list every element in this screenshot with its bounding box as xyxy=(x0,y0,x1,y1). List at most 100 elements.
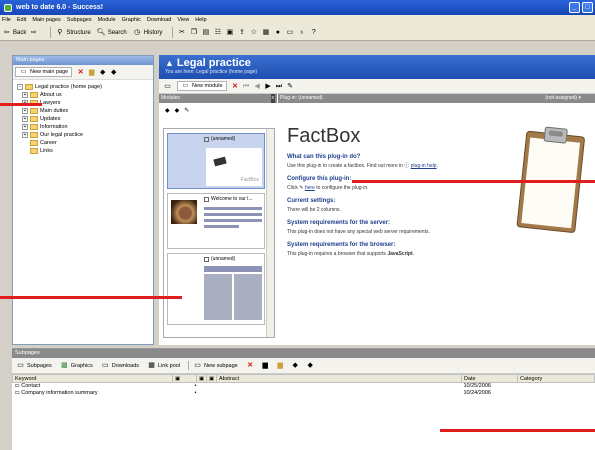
forward-arrow-icon[interactable]: ⇨ xyxy=(29,28,38,37)
copy-icon[interactable]: ❐ xyxy=(189,28,198,37)
tree-item-links[interactable]: Links xyxy=(17,147,149,155)
history-button[interactable]: ◷ History xyxy=(133,28,162,37)
next-module-icon[interactable]: ▶ xyxy=(264,82,273,91)
menu-subpages[interactable]: Subpages xyxy=(67,17,92,23)
toolbar-separator xyxy=(50,27,52,38)
annotation-line xyxy=(0,296,182,299)
new-subpage-label: New subpage xyxy=(204,362,238,369)
subpages-tab[interactable]: ▭ Subpages xyxy=(16,361,52,370)
menu-edit[interactable]: Edit xyxy=(17,17,26,23)
subpage-down-icon[interactable]: ◆ xyxy=(306,361,315,370)
module-list: (unnamed) FactBox Welcome to our l... (u… xyxy=(163,128,275,338)
col-icon-2[interactable]: ▣ xyxy=(195,374,207,383)
module-card[interactable]: (unnamed) FactBox xyxy=(167,133,265,189)
date-column-header[interactable]: Date xyxy=(460,374,518,383)
paste-icon[interactable]: ▤ xyxy=(201,28,210,37)
globe-icon[interactable]: ● xyxy=(273,28,282,37)
subpage-up-icon[interactable]: ◆ xyxy=(291,361,300,370)
tree-item-label: Lawyers xyxy=(40,100,61,106)
minimize-button[interactable]: _ xyxy=(569,2,580,13)
menu-file[interactable]: File xyxy=(2,17,11,23)
tree-item-updates[interactable]: + Updates xyxy=(17,115,149,123)
folder-icon[interactable]: ▆ xyxy=(87,68,96,77)
last-module-icon[interactable]: ⏭ xyxy=(275,82,284,91)
new-subpage-button[interactable]: ▭ New subpage xyxy=(188,361,238,370)
expand-icon[interactable]: + xyxy=(22,124,28,130)
delete-module-icon[interactable]: ✕ xyxy=(231,82,240,91)
tip-icon[interactable]: ♁ xyxy=(297,28,306,37)
module-edit-icon[interactable]: ✎ xyxy=(184,107,189,114)
menu-main-pages[interactable]: Main pages xyxy=(32,17,60,23)
first-module-icon[interactable]: ⏮ xyxy=(242,82,251,91)
preview-icon[interactable]: ▣ xyxy=(225,28,234,37)
breadcrumb: You are here: Legal practice (home page) xyxy=(165,69,258,75)
help-circle-icon: ⓘ xyxy=(404,163,410,169)
downloads-tab[interactable]: ▭ Downloads xyxy=(101,361,139,370)
module-properties-icon[interactable]: ▭ xyxy=(163,82,172,91)
col-icon-3[interactable]: ▣ xyxy=(205,374,217,383)
cut-icon[interactable]: ✂ xyxy=(177,28,186,37)
subpage-folder-icon[interactable]: ▆ xyxy=(276,361,285,370)
module-thumbnail xyxy=(171,200,197,224)
tree-item-home[interactable]: - Legal practice (home page) xyxy=(17,83,149,91)
expand-icon[interactable]: + xyxy=(22,108,28,114)
delete-subpage-icon[interactable]: ✕ xyxy=(246,361,255,370)
favorites-icon[interactable]: ☆ xyxy=(249,28,258,37)
structure-button[interactable]: ⚲ Structure xyxy=(55,28,90,37)
maximize-button[interactable]: □ xyxy=(582,2,593,13)
publish-icon[interactable]: ⇪ xyxy=(237,28,246,37)
tree-item-label: Career xyxy=(40,140,57,146)
tree-item-main-duties[interactable]: + Main duties xyxy=(17,107,149,115)
page-icon[interactable]: ▭ xyxy=(285,28,294,37)
menu-download[interactable]: Download xyxy=(147,17,171,23)
menu-view[interactable]: View xyxy=(177,17,189,23)
configure-here-link[interactable]: here xyxy=(305,185,315,191)
graphics-tab[interactable]: ▩ Graphics xyxy=(60,361,93,370)
properties-icon[interactable]: ☷ xyxy=(213,28,222,37)
expand-icon[interactable]: + xyxy=(22,116,28,122)
tree-item-about-us[interactable]: + About us xyxy=(17,91,149,99)
table-row[interactable]: ▭ Company information summary • 10/24/20… xyxy=(13,390,595,397)
plugin-help-link[interactable]: plug-in help xyxy=(411,163,437,169)
close-modules-icon[interactable]: x xyxy=(270,94,275,103)
back-button[interactable]: ⇦ Back ⇨ xyxy=(2,28,40,37)
edit-module-icon[interactable]: ✎ xyxy=(286,82,295,91)
modules-nav: ◆ ◆ ✎ xyxy=(159,103,277,117)
prev-module-icon[interactable]: ◀ xyxy=(253,82,262,91)
delete-icon[interactable]: ✕ xyxy=(76,68,85,77)
move-down-icon[interactable]: ◆ xyxy=(109,68,118,77)
menu-graphic[interactable]: Graphic xyxy=(122,17,141,23)
expand-icon[interactable]: + xyxy=(22,92,28,98)
subpage-copy-icon[interactable]: ▆ xyxy=(261,361,270,370)
search-button[interactable]: 🔍︎ Search xyxy=(97,28,127,37)
menu-help[interactable]: Help xyxy=(195,17,206,23)
col-icon-1[interactable]: ▣ xyxy=(172,374,197,383)
move-module-down-icon[interactable]: ◆ xyxy=(175,107,180,114)
module-card[interactable]: Welcome to our l... xyxy=(167,193,265,249)
modules-scrollbar[interactable] xyxy=(266,129,274,337)
grid-icon[interactable]: ▦ xyxy=(261,28,270,37)
module-checkbox[interactable] xyxy=(204,136,209,142)
expand-icon[interactable]: + xyxy=(22,132,28,138)
category-column-header[interactable]: Category xyxy=(516,374,595,383)
move-module-up-icon[interactable]: ◆ xyxy=(165,107,170,114)
module-checkbox[interactable] xyxy=(204,256,209,262)
help-icon[interactable]: ? xyxy=(309,28,318,37)
module-card[interactable]: (unnamed) xyxy=(167,253,265,325)
menu-module[interactable]: Module xyxy=(98,17,116,23)
tree-item-our-legal-practice[interactable]: + Our legal practice xyxy=(17,131,149,139)
new-main-page-button[interactable]: ▭ New main page xyxy=(15,67,73,77)
tree-item-information[interactable]: + Information xyxy=(17,123,149,131)
window-titlebar: web to date 6.0 - Success! _ □ xyxy=(0,0,595,15)
plugin-status-dropdown[interactable]: (not assigned) ▾ xyxy=(545,94,595,103)
move-up-icon[interactable]: ◆ xyxy=(98,68,107,77)
abstract-column-header[interactable]: Abstract xyxy=(215,374,462,383)
new-module-button[interactable]: ▭ New module xyxy=(177,81,227,91)
module-checkbox[interactable] xyxy=(204,196,209,202)
collapse-icon[interactable]: - xyxy=(17,84,23,90)
table-row[interactable]: ▭ Contact • 10/25/2006 xyxy=(13,383,595,390)
annotation-line xyxy=(440,429,595,432)
tree-item-career[interactable]: Career xyxy=(17,139,149,147)
linkpool-tab[interactable]: ▦ Link pool xyxy=(147,361,180,370)
keyword-column-header[interactable]: Keyword xyxy=(12,374,173,383)
